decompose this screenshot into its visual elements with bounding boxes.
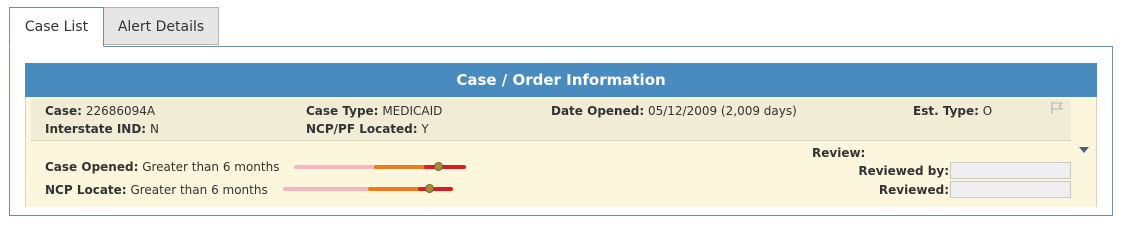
ncp-located-field: NCP/PF Located: Y (306, 122, 429, 136)
case-type-label: Case Type: (306, 104, 379, 118)
aging-bar-mid-segment (368, 187, 423, 191)
interstate-label: Interstate IND: (45, 122, 147, 136)
case-type-value: MEDICAID (382, 104, 443, 118)
reviewed-by-label: Reviewed by: (858, 164, 949, 178)
ncp-locate-value: Greater than 6 months (130, 183, 268, 197)
ncp-locate-aging-bar (283, 184, 453, 193)
case-type-field: Case Type: MEDICAID (306, 104, 442, 118)
review-label: Review: (812, 146, 866, 160)
case-field: Case: 22686094A (45, 104, 155, 118)
reviewed-by-input[interactable] (950, 162, 1071, 179)
case-opened-value: Greater than 6 months (142, 160, 280, 174)
reviewed-label: Reviewed: (878, 183, 949, 197)
caret-down-icon[interactable] (1079, 146, 1089, 154)
aging-bar-low-segment (283, 187, 373, 191)
aging-marker (433, 162, 443, 171)
tab-case-list[interactable]: Case List (9, 7, 104, 47)
case-opened-field: Case Opened: Greater than 6 months (45, 160, 279, 174)
aging-bar-high-segment (424, 165, 466, 169)
case-value: 22686094A (85, 104, 156, 118)
ncp-locate-label: NCP Locate: (45, 183, 127, 197)
tab-alert-details[interactable]: Alert Details (104, 7, 219, 45)
interstate-field: Interstate IND: N (45, 122, 159, 136)
date-opened-label: Date Opened: (551, 104, 645, 118)
aging-bar-low-segment (294, 165, 379, 169)
case-opened-aging-bar (294, 162, 466, 171)
aging-bar-high-segment (418, 187, 453, 191)
aging-bar-mid-segment (374, 165, 429, 169)
aging-marker (424, 184, 434, 193)
ncp-located-value: Y (421, 122, 429, 136)
flag-icon[interactable] (1050, 101, 1064, 115)
est-type-label: Est. Type: (913, 104, 979, 118)
case-label: Case: (45, 104, 82, 118)
date-opened-value: 05/12/2009 (2,009 days) (647, 104, 797, 118)
est-type-field: Est. Type: O (913, 104, 992, 118)
ncp-located-label: NCP/PF Located: (306, 122, 418, 136)
panel-title: Case / Order Information (25, 63, 1097, 97)
ncp-locate-field: NCP Locate: Greater than 6 months (45, 183, 268, 197)
date-opened-field: Date Opened: 05/12/2009 (2,009 days) (551, 104, 797, 118)
reviewed-input[interactable] (950, 181, 1071, 198)
est-type-value: O (982, 104, 993, 118)
case-opened-label: Case Opened: (45, 160, 139, 174)
interstate-value: N (149, 122, 159, 136)
